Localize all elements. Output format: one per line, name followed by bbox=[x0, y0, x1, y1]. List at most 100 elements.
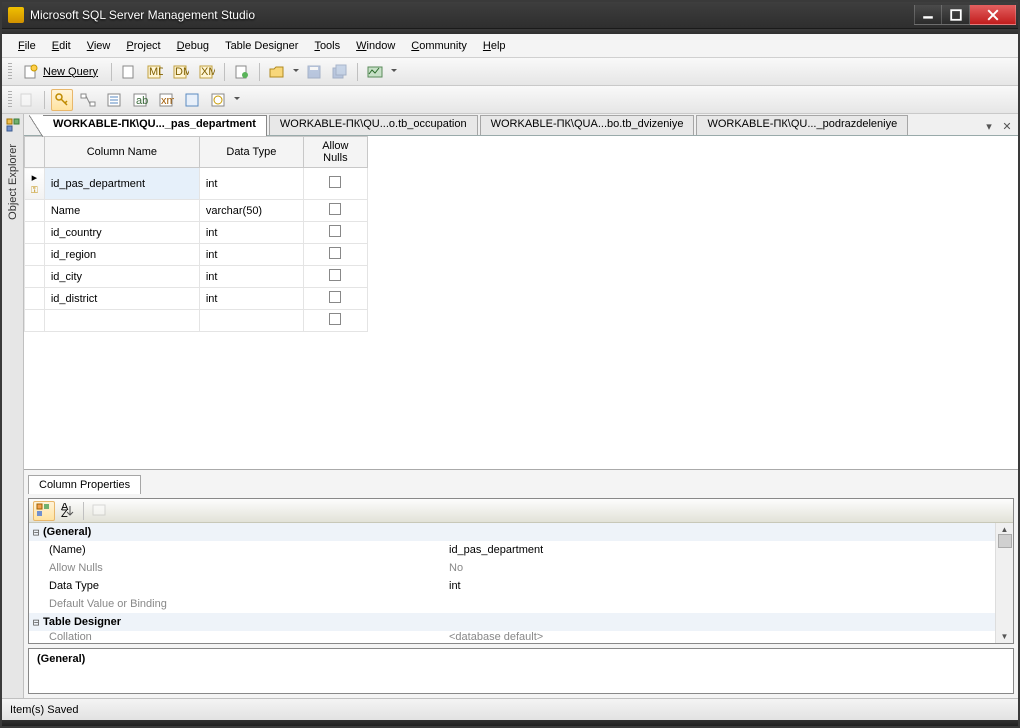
menu-table-designer[interactable]: Table Designer bbox=[217, 38, 306, 54]
column-type-cell[interactable]: int bbox=[199, 222, 303, 244]
fulltext-index-button[interactable]: ab bbox=[129, 89, 151, 111]
prop-value[interactable]: id_pas_department bbox=[443, 544, 995, 556]
tab-dvizeniye[interactable]: WORKABLE-ПК\QUA...bo.tb_dvizeniye bbox=[480, 115, 695, 135]
tab-podrazdeleniye[interactable]: WORKABLE-ПК\QU..._podrazdeleniye bbox=[696, 115, 908, 135]
collapse-icon[interactable]: ⊟ bbox=[29, 616, 43, 629]
prop-value[interactable]: No bbox=[443, 562, 995, 574]
new-query-button[interactable]: New Query bbox=[16, 61, 105, 83]
menu-window[interactable]: Window bbox=[348, 38, 403, 54]
categorized-button[interactable] bbox=[33, 501, 55, 521]
menu-help[interactable]: Help bbox=[475, 38, 514, 54]
new-xmla-button[interactable]: XML bbox=[196, 61, 218, 83]
property-grid[interactable]: ⊟(General) (Name)id_pas_department Allow… bbox=[29, 523, 995, 643]
prop-row-name[interactable]: (Name)id_pas_department bbox=[29, 541, 995, 559]
checkbox-unchecked[interactable] bbox=[329, 291, 341, 303]
column-row[interactable]: id_region int bbox=[25, 244, 368, 266]
tab-occupation[interactable]: WORKABLE-ПК\QU...o.tb_occupation bbox=[269, 115, 478, 135]
checkbox-unchecked[interactable] bbox=[329, 269, 341, 281]
scroll-up-icon[interactable]: ▲ bbox=[1001, 525, 1009, 534]
spatial-index-button[interactable] bbox=[207, 89, 229, 111]
column-name-cell[interactable]: Name bbox=[44, 200, 199, 222]
object-explorer-icon[interactable] bbox=[4, 116, 22, 134]
toolbar-grip[interactable] bbox=[8, 63, 12, 81]
column-type-cell[interactable]: int bbox=[199, 168, 303, 200]
checkbox-unchecked[interactable] bbox=[329, 225, 341, 237]
menu-community[interactable]: Community bbox=[403, 38, 475, 54]
save-all-button[interactable] bbox=[329, 61, 351, 83]
toolbar2-overflow[interactable] bbox=[233, 89, 240, 111]
column-name-cell[interactable]: id_country bbox=[44, 222, 199, 244]
prop-row-data-type[interactable]: Data Typeint bbox=[29, 577, 995, 595]
manage-indexes-button[interactable] bbox=[103, 89, 125, 111]
prop-row-collation[interactable]: Collation<database default> bbox=[29, 631, 995, 643]
column-properties-tab[interactable]: Column Properties bbox=[28, 475, 141, 494]
column-null-cell[interactable] bbox=[303, 168, 367, 200]
activity-monitor-button[interactable] bbox=[364, 61, 386, 83]
generate-change-script-button[interactable] bbox=[16, 89, 38, 111]
prop-value[interactable]: <database default> bbox=[443, 631, 995, 643]
category-table-designer[interactable]: ⊟Table Designer bbox=[29, 613, 995, 631]
column-header-nulls[interactable]: Allow Nulls bbox=[303, 137, 367, 168]
tab-pas-department[interactable]: WORKABLE-ПК\QU..._pas_department bbox=[42, 115, 267, 136]
column-type-cell[interactable]: int bbox=[199, 266, 303, 288]
alphabetical-button[interactable]: AZ bbox=[57, 501, 79, 521]
column-row[interactable]: id_country int bbox=[25, 222, 368, 244]
save-button[interactable] bbox=[303, 61, 325, 83]
maximize-button[interactable] bbox=[942, 5, 970, 25]
toolbar2-grip[interactable] bbox=[8, 91, 12, 109]
object-explorer-panel[interactable]: Object Explorer bbox=[2, 114, 24, 698]
checkbox-unchecked[interactable] bbox=[329, 247, 341, 259]
column-name-cell[interactable]: id_region bbox=[44, 244, 199, 266]
column-type-cell[interactable]: int bbox=[199, 288, 303, 310]
column-name-cell[interactable]: id_district bbox=[44, 288, 199, 310]
scroll-thumb[interactable] bbox=[998, 534, 1012, 548]
active-files-dropdown[interactable]: ▾ bbox=[982, 119, 996, 133]
column-header-type[interactable]: Data Type bbox=[199, 137, 303, 168]
column-type-cell[interactable]: int bbox=[199, 244, 303, 266]
column-row[interactable]: id_district int bbox=[25, 288, 368, 310]
new-file-button[interactable] bbox=[118, 61, 140, 83]
new-dmx-button[interactable]: DMX bbox=[170, 61, 192, 83]
menu-debug[interactable]: Debug bbox=[169, 38, 217, 54]
collapse-icon[interactable]: ⊟ bbox=[29, 526, 43, 539]
relationships-button[interactable] bbox=[77, 89, 99, 111]
prop-row-allow-nulls[interactable]: Allow NullsNo bbox=[29, 559, 995, 577]
menu-tools[interactable]: Tools bbox=[306, 38, 348, 54]
check-constraints-button[interactable] bbox=[181, 89, 203, 111]
toolbar-overflow[interactable] bbox=[390, 61, 397, 83]
checkbox-unchecked[interactable] bbox=[329, 313, 341, 325]
table-designer-grid[interactable]: Column Name Data Type Allow Nulls ▸⚿ id_… bbox=[24, 136, 1018, 332]
object-explorer-label[interactable]: Object Explorer bbox=[5, 140, 21, 224]
column-header-name[interactable]: Column Name bbox=[44, 137, 199, 168]
column-name-cell[interactable]: id_pas_department bbox=[44, 168, 199, 200]
column-row[interactable]: id_city int bbox=[25, 266, 368, 288]
title-bar[interactable]: Microsoft SQL Server Management Studio bbox=[2, 2, 1018, 29]
property-pages-button[interactable] bbox=[88, 501, 110, 521]
category-general[interactable]: ⊟(General) bbox=[29, 523, 995, 541]
xml-index-button[interactable]: xml bbox=[155, 89, 177, 111]
column-type-cell[interactable]: varchar(50) bbox=[199, 200, 303, 222]
menu-file[interactable]: File bbox=[10, 38, 44, 54]
checkbox-unchecked[interactable] bbox=[329, 176, 341, 188]
menu-project[interactable]: Project bbox=[118, 38, 168, 54]
close-button[interactable] bbox=[970, 5, 1016, 25]
properties-scrollbar[interactable]: ▲ ▼ bbox=[995, 523, 1013, 643]
new-mdx-button[interactable]: MDX bbox=[144, 61, 166, 83]
column-row-empty[interactable] bbox=[25, 310, 368, 332]
column-row-selected[interactable]: ▸⚿ id_pas_department int bbox=[25, 168, 368, 200]
open-project-button[interactable] bbox=[231, 61, 253, 83]
close-tab-button[interactable]: ✕ bbox=[1000, 119, 1014, 133]
column-row[interactable]: Name varchar(50) bbox=[25, 200, 368, 222]
open-dropdown[interactable] bbox=[292, 61, 299, 83]
column-name-cell[interactable]: id_city bbox=[44, 266, 199, 288]
minimize-button[interactable] bbox=[914, 5, 942, 25]
menu-view[interactable]: View bbox=[79, 38, 119, 54]
checkbox-unchecked[interactable] bbox=[329, 203, 341, 215]
scroll-down-icon[interactable]: ▼ bbox=[1001, 632, 1009, 641]
prop-row-default-value[interactable]: Default Value or Binding bbox=[29, 595, 995, 613]
prop-value[interactable]: int bbox=[443, 580, 995, 592]
open-file-button[interactable] bbox=[266, 61, 288, 83]
row-handle[interactable]: ▸⚿ bbox=[25, 168, 45, 200]
menu-edit[interactable]: Edit bbox=[44, 38, 79, 54]
set-primary-key-button[interactable] bbox=[51, 89, 73, 111]
